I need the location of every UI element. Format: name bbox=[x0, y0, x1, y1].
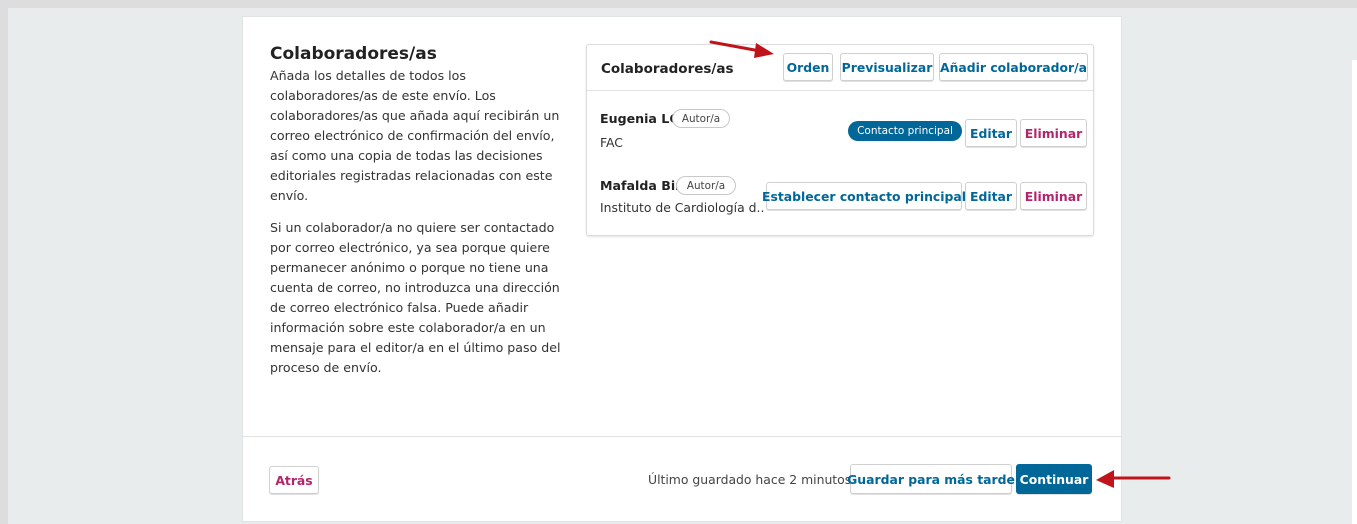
continue-button[interactable]: Continuar bbox=[1016, 464, 1092, 494]
contributor-role-badge: Autor/a bbox=[676, 176, 736, 195]
contributor-affiliation: Instituto de Cardiología d... bbox=[600, 200, 764, 215]
section-paragraph-1: Añada los detalles de todos los colabora… bbox=[270, 68, 560, 203]
contributors-panel-header: Colaboradores/as Orden Previsualizar Aña… bbox=[587, 45, 1093, 91]
page-edge bbox=[1352, 60, 1357, 524]
order-button[interactable]: Orden bbox=[783, 53, 833, 81]
annotation-arrow-icon bbox=[709, 40, 774, 58]
section-description: Colaboradores/as Añada los detalles de t… bbox=[270, 44, 562, 390]
contributor-role-badge: Autor/a bbox=[672, 109, 730, 128]
delete-contributor-button[interactable]: Eliminar bbox=[1020, 182, 1087, 210]
edit-contributor-button[interactable]: Editar bbox=[965, 119, 1017, 147]
edit-contributor-button[interactable]: Editar bbox=[965, 182, 1017, 210]
annotation-arrow-icon bbox=[1096, 470, 1171, 488]
primary-contact-badge: Contacto principal bbox=[848, 121, 962, 141]
back-button[interactable]: Atrás bbox=[269, 466, 319, 494]
contributors-list-panel: Colaboradores/as Orden Previsualizar Aña… bbox=[586, 44, 1094, 236]
section-paragraph-2: Si un colaborador/a no quiere ser contac… bbox=[270, 220, 561, 375]
contributor-name: Eugenia LC bbox=[600, 111, 679, 126]
contributor-name: Mafalda Bir bbox=[600, 178, 682, 193]
save-for-later-button[interactable]: Guardar para más tarde bbox=[847, 464, 1015, 494]
section-title: Colaboradores/as bbox=[270, 44, 437, 64]
footer-divider bbox=[242, 436, 1122, 437]
contributors-panel-title: Colaboradores/as bbox=[601, 61, 734, 77]
contributor-affiliation: FAC bbox=[600, 135, 623, 150]
add-contributor-button[interactable]: Añadir colaborador/a bbox=[939, 53, 1088, 81]
set-primary-contact-button[interactable]: Establecer contacto principal bbox=[762, 182, 966, 210]
delete-contributor-button[interactable]: Eliminar bbox=[1020, 119, 1087, 147]
last-saved-status: Último guardado hace 2 minutos bbox=[648, 472, 852, 487]
preview-button[interactable]: Previsualizar bbox=[840, 53, 934, 81]
